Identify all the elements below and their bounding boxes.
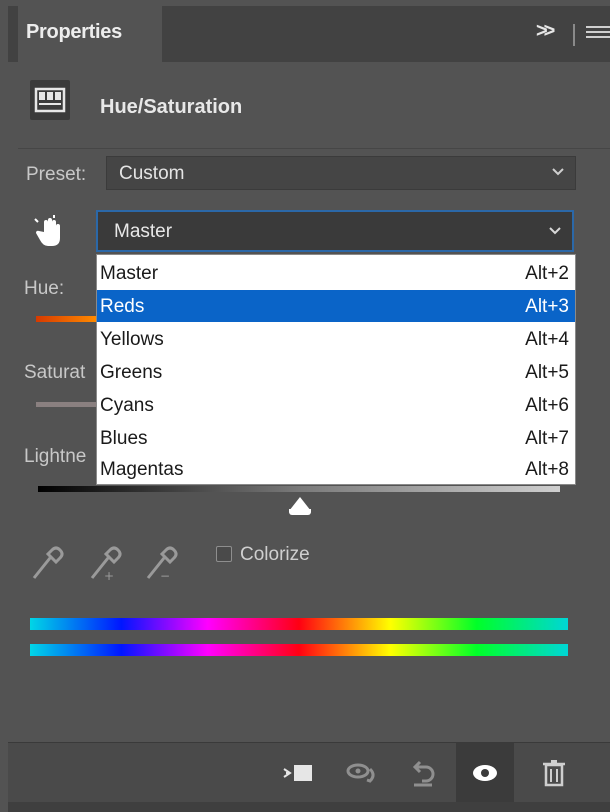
panel-footer: [8, 742, 610, 803]
svg-text:−: −: [160, 569, 170, 582]
preset-value: Custom: [119, 163, 185, 184]
menu-item-shortcut: Alt+8: [525, 459, 569, 480]
menu-item-shortcut: Alt+7: [525, 428, 569, 449]
menu-item-blues[interactable]: Blues Alt+7: [97, 422, 575, 454]
tab-properties[interactable]: Properties: [18, 6, 162, 62]
saturation-slider-track[interactable]: [36, 402, 96, 407]
menu-item-shortcut: Alt+5: [525, 362, 569, 383]
hamburger-menu-icon[interactable]: [586, 26, 610, 42]
menu-item-label: Magentas: [100, 459, 184, 480]
hue-saturation-layer-icon: [30, 80, 70, 120]
input-spectrum-bar: [30, 618, 568, 630]
menu-item-label: Master: [100, 263, 159, 284]
chevron-down-icon: [552, 168, 564, 176]
channel-dropdown-menu: Master Alt+2 Reds Alt+3 Yellows Alt+4 Gr…: [96, 254, 576, 485]
svg-text:+: +: [104, 569, 114, 582]
menu-item-label: Reds: [100, 296, 145, 317]
lightness-label: Lightne: [24, 446, 87, 467]
adjustment-title: Hue/Saturation: [100, 96, 243, 118]
tab-separator: [573, 24, 575, 46]
hue-label: Hue:: [24, 278, 65, 299]
menu-item-cyans[interactable]: Cyans Alt+6: [97, 389, 575, 421]
lightness-slider-track[interactable]: [38, 486, 560, 492]
menu-item-shortcut: Alt+3: [525, 296, 569, 317]
lightness-slider-thumb-base: [289, 509, 311, 515]
menu-item-greens[interactable]: Greens Alt+5: [97, 356, 575, 388]
menu-item-reds[interactable]: Reds Alt+3: [97, 290, 575, 322]
delete-trash-icon[interactable]: [536, 755, 572, 791]
eyedropper-add-icon[interactable]: +: [88, 542, 122, 583]
preset-label: Preset:: [26, 164, 87, 185]
channel-value: Master: [114, 221, 173, 242]
colorize-label: Colorize: [240, 544, 310, 565]
visibility-eye-icon: [473, 765, 497, 781]
tab-properties-label: Properties: [26, 21, 122, 43]
menu-item-label: Cyans: [100, 395, 154, 416]
adjustment-header: Hue/Saturation: [18, 62, 610, 149]
menu-item-yellows[interactable]: Yellows Alt+4: [97, 323, 575, 355]
reset-icon[interactable]: [406, 755, 442, 791]
menu-item-master[interactable]: Master Alt+2: [97, 257, 575, 289]
menu-item-label: Greens: [100, 362, 163, 383]
panel-tab-bar: Properties >>: [8, 6, 610, 62]
properties-panel: Properties >> Hue/Saturation Preset: Cus…: [8, 6, 610, 812]
eyedropper-icon[interactable]: [30, 542, 64, 582]
targeted-adjustment-hand-icon[interactable]: [32, 214, 68, 250]
menu-item-shortcut: Alt+2: [525, 263, 569, 284]
hue-slider-track[interactable]: [36, 316, 96, 322]
visibility-toggle[interactable]: [456, 743, 514, 803]
menu-item-label: Yellows: [100, 329, 164, 350]
clip-to-layer-icon[interactable]: [280, 755, 316, 791]
preset-dropdown[interactable]: Custom: [106, 156, 576, 190]
saturation-label: Saturat: [24, 362, 86, 383]
view-previous-state-icon[interactable]: [344, 755, 380, 791]
panel-bottom-edge: [8, 802, 610, 812]
expand-panel-icon[interactable]: >>: [536, 20, 555, 43]
eyedropper-subtract-icon[interactable]: −: [144, 542, 178, 583]
channel-dropdown[interactable]: Master: [96, 210, 574, 252]
menu-item-shortcut: Alt+4: [525, 329, 569, 350]
colorize-checkbox[interactable]: [216, 546, 232, 562]
menu-item-magentas[interactable]: Magentas Alt+8: [97, 453, 575, 485]
chevron-down-icon: [549, 227, 561, 235]
menu-item-shortcut: Alt+6: [525, 395, 569, 416]
menu-item-label: Blues: [100, 428, 148, 449]
output-spectrum-bar: [30, 644, 568, 656]
